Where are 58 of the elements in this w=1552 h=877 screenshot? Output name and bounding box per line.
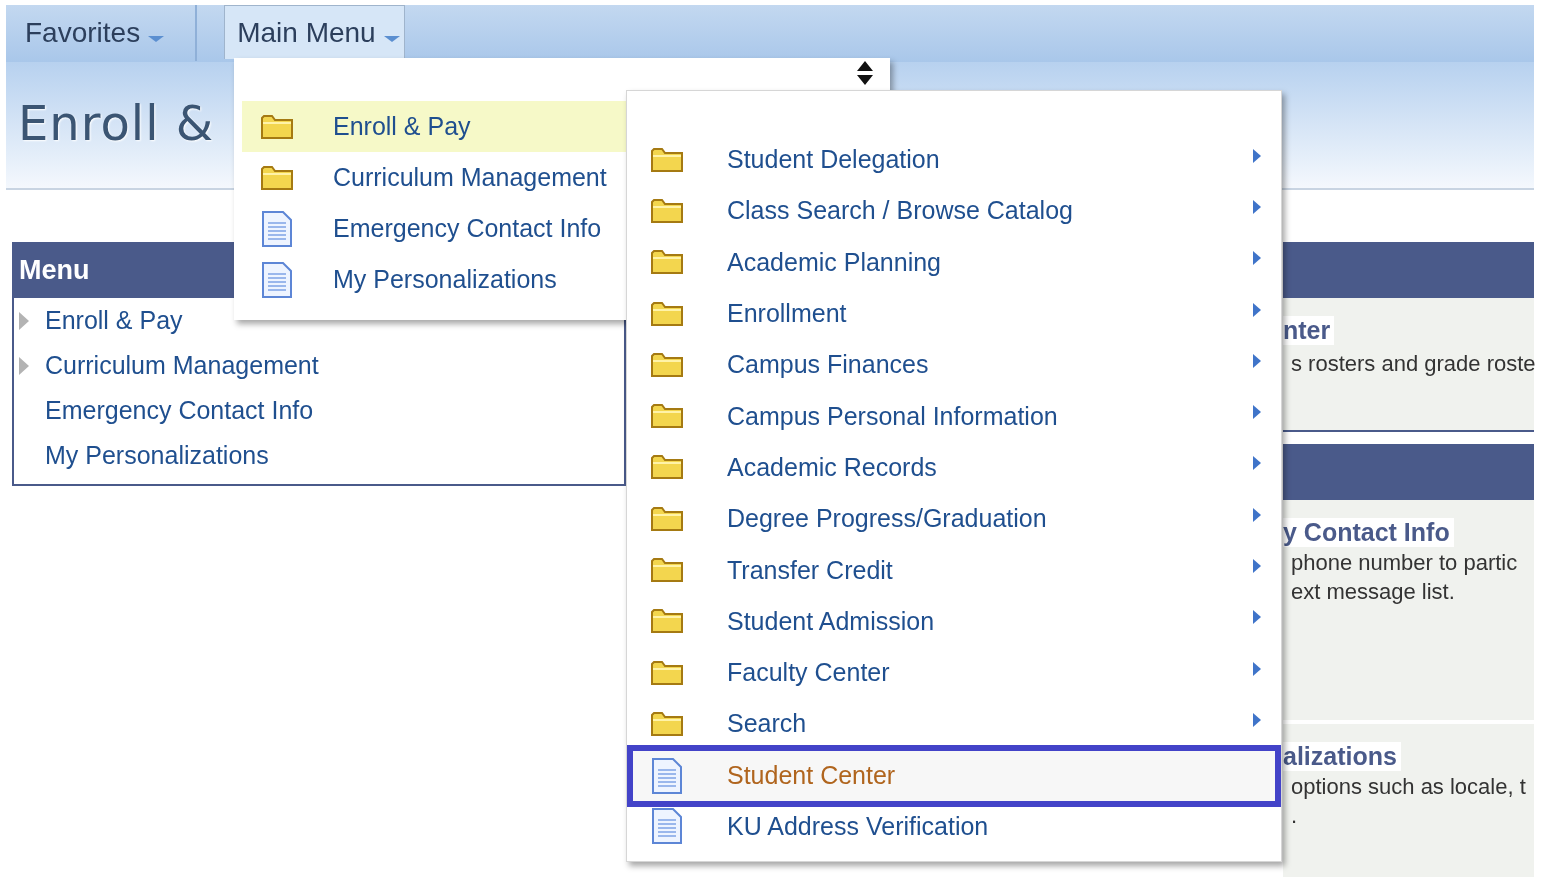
section-title[interactable]: y Contact Info [1283, 518, 1454, 547]
folder-icon [261, 164, 293, 191]
folder-icon [651, 403, 683, 430]
caret-icon [383, 35, 400, 42]
submenu-arrow-icon [1253, 559, 1261, 573]
submenu-arrow-icon [1253, 661, 1261, 676]
section-description: . [1290, 803, 1298, 829]
section-title[interactable]: nter [1283, 316, 1335, 345]
submenu-arrow-icon [1253, 148, 1261, 163]
submenu-item[interactable]: Campus Finances [627, 339, 1281, 391]
submenu-item[interactable]: Academic Records [627, 441, 1281, 494]
submenu-arrow-icon [1253, 610, 1261, 625]
submenu-arrow-icon [1253, 456, 1261, 471]
expand-icon[interactable] [19, 356, 29, 375]
document-icon [651, 757, 683, 794]
nav-menu-button[interactable]: Main Menu [224, 5, 405, 59]
submenu-item[interactable]: Campus Personal Information [627, 390, 1281, 442]
submenu-item[interactable]: Faculty Center [627, 646, 1281, 699]
folder-icon [651, 505, 683, 532]
folder-icon [651, 659, 683, 686]
document-icon [651, 808, 683, 845]
folder-icon [651, 300, 683, 327]
folder-icon [651, 557, 683, 583]
document-icon [261, 261, 293, 298]
folder-icon [651, 608, 683, 635]
folder-icon [261, 113, 293, 140]
folder-icon [651, 710, 683, 737]
submenu-item[interactable]: Degree Progress/Graduation [627, 493, 1281, 545]
expand-icon[interactable] [19, 311, 29, 330]
submenu-arrow-icon [1253, 405, 1261, 420]
document-icon [261, 210, 293, 247]
submenu-arrow-icon [1253, 199, 1261, 214]
folder-icon [651, 351, 683, 378]
submenu-item[interactable]: Student Center [627, 744, 1281, 807]
folder-icon [651, 146, 683, 173]
submenu-arrow-icon [1253, 353, 1261, 368]
submenu-arrow-icon [1253, 302, 1261, 317]
section-description: s rosters and grade roste [1290, 351, 1536, 377]
section-description: options such as locale, t [1290, 774, 1526, 800]
submenu-item[interactable]: Student Admission [627, 595, 1281, 647]
folder-icon [651, 197, 683, 224]
section-description: ext message list. [1290, 579, 1455, 605]
caret-icon [148, 35, 165, 42]
menu-link[interactable]: My Personalizations [45, 441, 269, 470]
submenu-arrow-icon [1253, 251, 1261, 266]
page-title: Enroll & [18, 95, 215, 151]
scroll-arrows-icon[interactable] [857, 61, 873, 85]
menu-link[interactable]: Enroll & Pay [45, 306, 183, 335]
menu-link[interactable]: Curriculum Management [45, 351, 319, 380]
submenu-item[interactable]: Transfer Credit [627, 544, 1281, 596]
submenu-arrow-icon [1253, 712, 1261, 727]
submenu-arrow-icon [1253, 507, 1261, 522]
section-description: phone number to partic [1290, 550, 1518, 576]
nav-menu-button[interactable]: Favorites [6, 5, 174, 60]
folder-icon [651, 454, 683, 481]
section-title[interactable]: alizations [1283, 742, 1401, 771]
folder-icon [651, 249, 683, 276]
menu-link[interactable]: Emergency Contact Info [45, 396, 314, 425]
